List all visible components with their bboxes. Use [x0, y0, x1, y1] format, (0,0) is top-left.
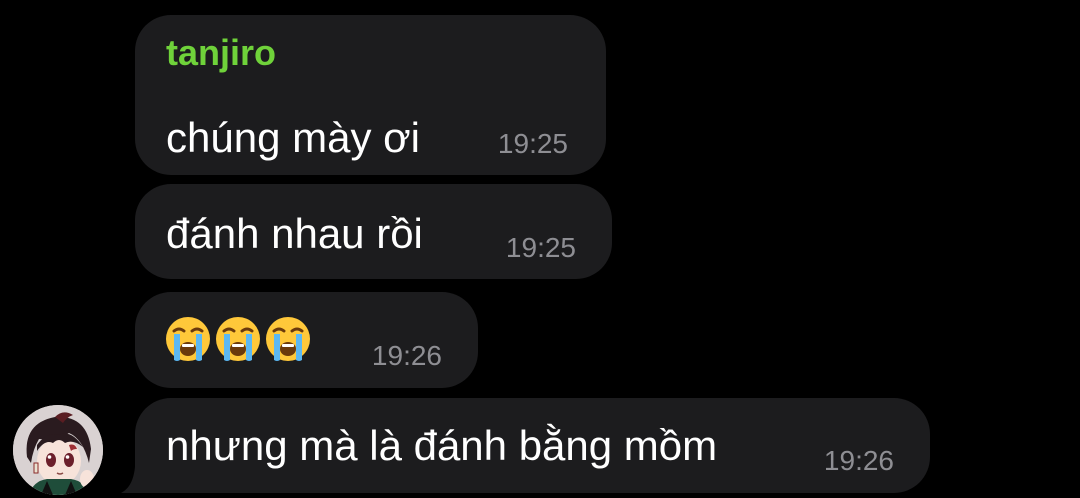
message-bubble[interactable]: đánh nhau rồi 19:25 [135, 184, 612, 279]
sender-name[interactable]: tanjiro [166, 33, 276, 73]
message-timestamp: 19:26 [371, 340, 442, 371]
loudly-crying-face-icon [216, 317, 260, 361]
loudly-crying-face-icon [266, 317, 310, 361]
tanjiro-avatar-icon[interactable] [13, 405, 103, 495]
message-bubble[interactable]: 19:26 [135, 292, 478, 388]
message-timestamp: 19:26 [823, 445, 894, 476]
message-bubble[interactable]: tanjiro chúng mày ơi 19:25 [135, 15, 606, 175]
message-timestamp: 19:25 [497, 128, 568, 159]
message-text: đánh nhau rồi [166, 210, 423, 257]
bubble-tail [121, 467, 145, 493]
message-timestamp: 19:25 [505, 232, 576, 263]
message-text: chúng mày ơi [166, 114, 420, 161]
message-bubble[interactable]: nhưng mà là đánh bằng mồm 19:26 [121, 398, 930, 493]
emoji-row [165, 316, 311, 362]
message-text: nhưng mà là đánh bằng mồm [166, 422, 718, 469]
loudly-crying-face-icon [166, 317, 210, 361]
